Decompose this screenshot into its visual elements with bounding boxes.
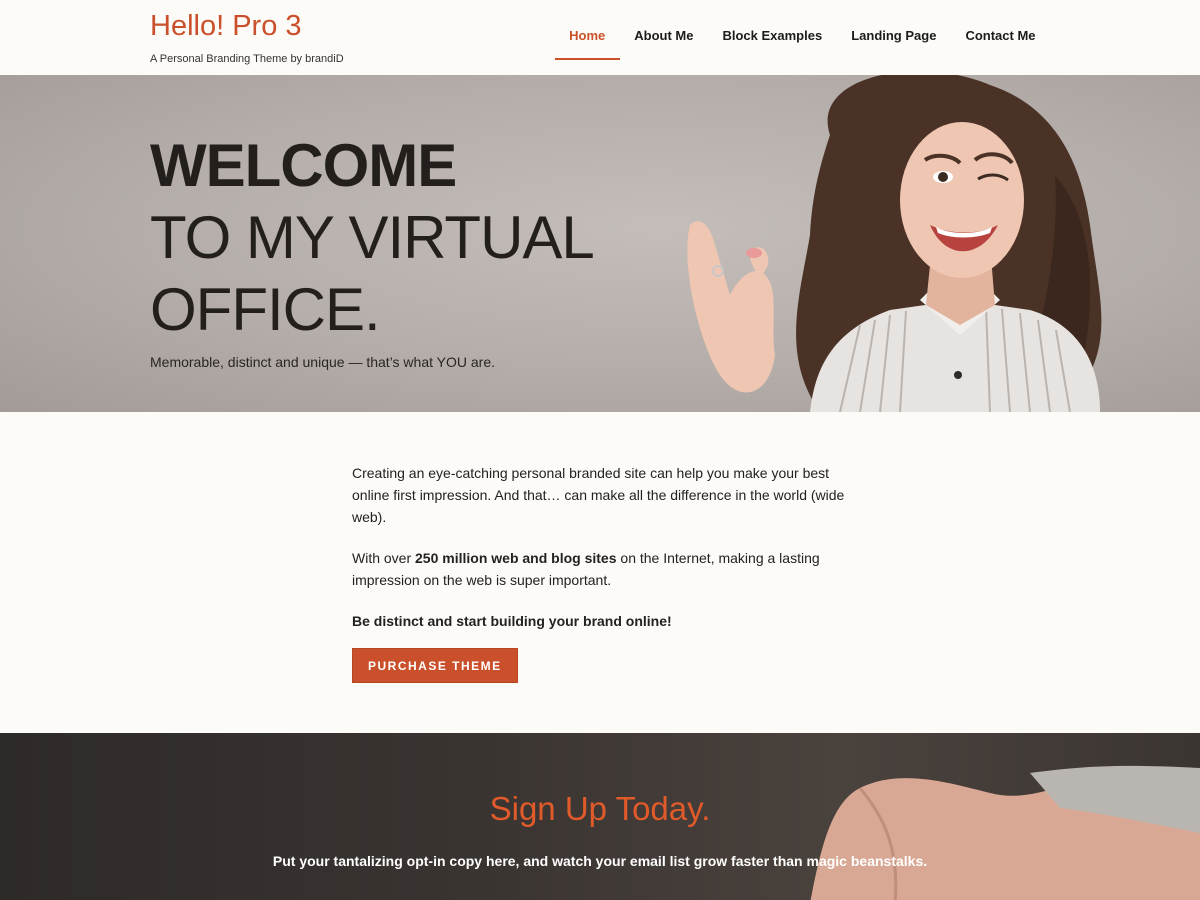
nav-item-about-me[interactable]: About Me [620,0,708,75]
signup-title: Sign Up Today. [489,790,711,827]
hero-heading-line2: TO MY VIRTUAL [150,204,595,271]
purchase-theme-button[interactable]: Purchase Theme [352,648,518,683]
hero-text: WELCOME TO MY VIRTUAL OFFICE. Memorable,… [150,130,595,370]
intro-paragraph-2-bold: 250 million web and blog sites [415,550,617,566]
intro-paragraph-3: Be distinct and start building your bran… [352,610,852,632]
branding: Hello! Pro 3 A Personal Branding Theme b… [150,10,344,66]
nav-item-landing-page[interactable]: Landing Page [837,0,951,75]
hero-portrait-image [687,75,1102,412]
hero-heading-welcome: WELCOME [150,132,457,199]
intro-content: Creating an eye-catching personal brande… [0,412,1200,733]
intro-paragraph-1: Creating an eye-catching personal brande… [352,465,845,525]
site-title-link[interactable]: Hello! Pro 3 [150,10,344,42]
hero-section: WELCOME TO MY VIRTUAL OFFICE. Memorable,… [0,75,1200,412]
site-header: Hello! Pro 3 A Personal Branding Theme b… [0,0,1200,75]
nav-item-contact-me[interactable]: Contact Me [951,0,1050,75]
intro-paragraph-2: With over 250 million web and blog sites… [352,547,852,591]
nav-item-block-examples[interactable]: Block Examples [708,0,837,75]
hero-subtitle: Memorable, distinct and unique — that’s … [150,354,495,370]
main-nav: Home About Me Block Examples Landing Pag… [554,0,1050,75]
signup-section: Sign Up Today. Put your tantalizing opt-… [0,733,1200,900]
signup-text: Put your tantalizing opt-in copy here, a… [272,853,928,869]
site-tagline: A Personal Branding Theme by brandiD [150,53,344,65]
intro-paragraph-3-bold: Be distinct and start building your bran… [352,613,672,629]
hero-heading-line3: OFFICE. [150,276,381,343]
intro-paragraph-2-lead: With over [352,550,416,566]
nav-item-home[interactable]: Home [554,0,620,75]
